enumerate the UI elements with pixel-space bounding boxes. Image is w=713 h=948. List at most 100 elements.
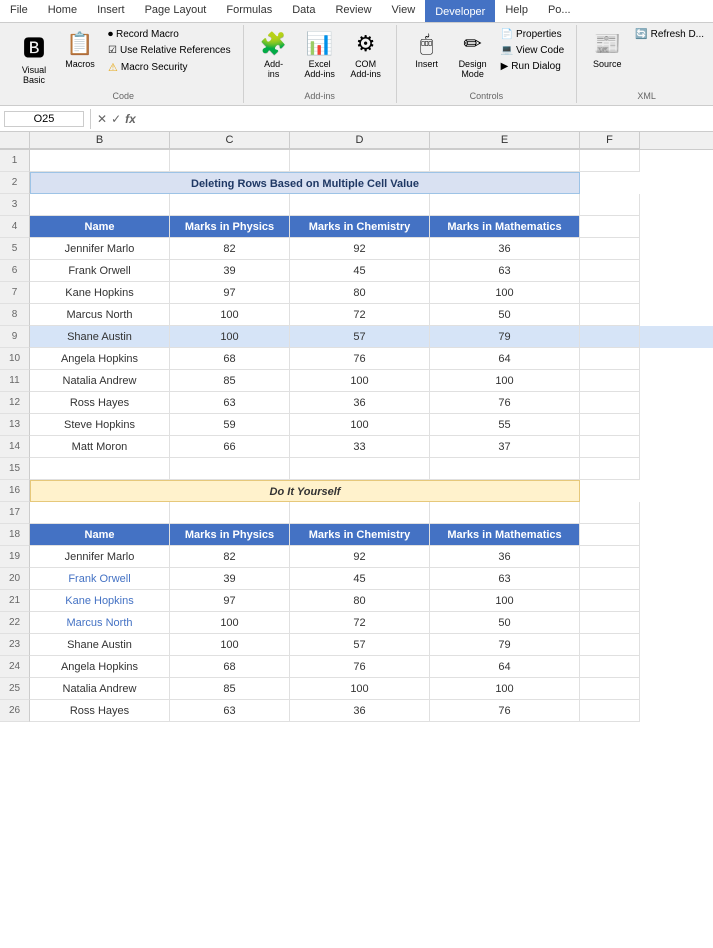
cell-b14[interactable]: Matt Moron — [30, 436, 170, 458]
cell-d25[interactable]: 100 — [290, 678, 430, 700]
cell-b22[interactable]: Marcus North — [30, 612, 170, 634]
cell-reference-input[interactable] — [4, 111, 84, 127]
cell-d15[interactable] — [290, 458, 430, 480]
cell-f26[interactable] — [580, 700, 640, 722]
cell-e13[interactable]: 55 — [430, 414, 580, 436]
cell-e7[interactable]: 100 — [430, 282, 580, 304]
col-header-f[interactable]: F — [580, 132, 640, 149]
cell-c19[interactable]: 82 — [170, 546, 290, 568]
cell-e1[interactable] — [430, 150, 580, 172]
cell-f1[interactable] — [580, 150, 640, 172]
cell-f5[interactable] — [580, 238, 640, 260]
cell-d7[interactable]: 80 — [290, 282, 430, 304]
cell-d5[interactable]: 92 — [290, 238, 430, 260]
cell-e5[interactable]: 36 — [430, 238, 580, 260]
tab-page-layout[interactable]: Page Layout — [135, 0, 217, 22]
col-header-d[interactable]: D — [290, 132, 430, 149]
cell-e10[interactable]: 64 — [430, 348, 580, 370]
cell-c22[interactable]: 100 — [170, 612, 290, 634]
tab-review[interactable]: Review — [325, 0, 381, 22]
cell-c20[interactable]: 39 — [170, 568, 290, 590]
tab-view[interactable]: View — [382, 0, 426, 22]
confirm-icon[interactable]: ✓ — [111, 112, 121, 126]
cell-f20[interactable] — [580, 568, 640, 590]
cell-f11[interactable] — [580, 370, 640, 392]
cell-c11[interactable]: 85 — [170, 370, 290, 392]
cell-b2-title[interactable]: Deleting Rows Based on Multiple Cell Val… — [30, 172, 580, 194]
cell-b3[interactable] — [30, 194, 170, 216]
cell-e17[interactable] — [430, 502, 580, 524]
cell-e23[interactable]: 79 — [430, 634, 580, 656]
source-button[interactable]: 📰 Source — [585, 27, 629, 73]
cell-d10[interactable]: 76 — [290, 348, 430, 370]
cell-d13[interactable]: 100 — [290, 414, 430, 436]
cell-f3[interactable] — [580, 194, 640, 216]
cell-f12[interactable] — [580, 392, 640, 414]
cell-b6[interactable]: Frank Orwell — [30, 260, 170, 282]
cell-c6[interactable]: 39 — [170, 260, 290, 282]
cell-b5[interactable]: Jennifer Marlo — [30, 238, 170, 260]
cell-b1[interactable] — [30, 150, 170, 172]
cell-b12[interactable]: Ross Hayes — [30, 392, 170, 414]
macros-button[interactable]: 📋 Macros — [58, 27, 102, 73]
cell-e15[interactable] — [430, 458, 580, 480]
cell-e8[interactable]: 50 — [430, 304, 580, 326]
cell-c5[interactable]: 82 — [170, 238, 290, 260]
macro-security-button[interactable]: ⚠ Macro Security — [104, 59, 235, 76]
cell-f15[interactable] — [580, 458, 640, 480]
tab-file[interactable]: File — [0, 0, 38, 22]
cell-c3[interactable] — [170, 194, 290, 216]
cell-e9[interactable]: 79 — [430, 326, 580, 348]
cell-c14[interactable]: 66 — [170, 436, 290, 458]
cell-d19[interactable]: 92 — [290, 546, 430, 568]
col-header-e[interactable]: E — [430, 132, 580, 149]
cell-d18-header[interactable]: Marks in Chemistry — [290, 524, 430, 546]
insert-function-icon[interactable]: fx — [125, 112, 136, 126]
cell-e11[interactable]: 100 — [430, 370, 580, 392]
cell-d20[interactable]: 45 — [290, 568, 430, 590]
cell-f10[interactable] — [580, 348, 640, 370]
cell-c8[interactable]: 100 — [170, 304, 290, 326]
cell-b10[interactable]: Angela Hopkins — [30, 348, 170, 370]
tab-formulas[interactable]: Formulas — [216, 0, 282, 22]
design-mode-button[interactable]: ✏ DesignMode — [451, 27, 495, 83]
cell-d1[interactable] — [290, 150, 430, 172]
add-ins-button[interactable]: 🧩 Add-ins — [252, 27, 296, 83]
cell-d22[interactable]: 72 — [290, 612, 430, 634]
cell-f9[interactable] — [580, 326, 640, 348]
cell-f8[interactable] — [580, 304, 640, 326]
cell-f22[interactable] — [580, 612, 640, 634]
cell-d11[interactable]: 100 — [290, 370, 430, 392]
cell-d4-header[interactable]: Marks in Chemistry — [290, 216, 430, 238]
cell-b9[interactable]: Shane Austin — [30, 326, 170, 348]
excel-add-ins-button[interactable]: 📊 ExcelAdd-ins — [298, 27, 342, 83]
cell-c24[interactable]: 68 — [170, 656, 290, 678]
tab-home[interactable]: Home — [38, 0, 87, 22]
properties-button[interactable]: 📄 Properties — [497, 27, 569, 42]
insert-control-button[interactable]: 🖱 Insert — [405, 27, 449, 73]
cell-b20[interactable]: Frank Orwell — [30, 568, 170, 590]
cell-b15[interactable] — [30, 458, 170, 480]
cell-d3[interactable] — [290, 194, 430, 216]
col-header-c[interactable]: C — [170, 132, 290, 149]
cell-d21[interactable]: 80 — [290, 590, 430, 612]
cell-b18-header[interactable]: Name — [30, 524, 170, 546]
cell-e3[interactable] — [430, 194, 580, 216]
cell-c21[interactable]: 97 — [170, 590, 290, 612]
tab-data[interactable]: Data — [282, 0, 325, 22]
cell-c13[interactable]: 59 — [170, 414, 290, 436]
cell-f25[interactable] — [580, 678, 640, 700]
cell-f24[interactable] — [580, 656, 640, 678]
cell-e22[interactable]: 50 — [430, 612, 580, 634]
cell-b4-header[interactable]: Name — [30, 216, 170, 238]
cell-d9[interactable]: 57 — [290, 326, 430, 348]
cell-f6[interactable] — [580, 260, 640, 282]
cell-d24[interactable]: 76 — [290, 656, 430, 678]
cell-b16-diy[interactable]: Do It Yourself — [30, 480, 580, 502]
cell-d12[interactable]: 36 — [290, 392, 430, 414]
com-add-ins-button[interactable]: ⚙ COMAdd-ins — [344, 27, 388, 83]
cell-e18-header[interactable]: Marks in Mathematics — [430, 524, 580, 546]
run-dialog-button[interactable]: ▶ Run Dialog — [497, 59, 569, 74]
cell-e12[interactable]: 76 — [430, 392, 580, 414]
cell-c7[interactable]: 97 — [170, 282, 290, 304]
